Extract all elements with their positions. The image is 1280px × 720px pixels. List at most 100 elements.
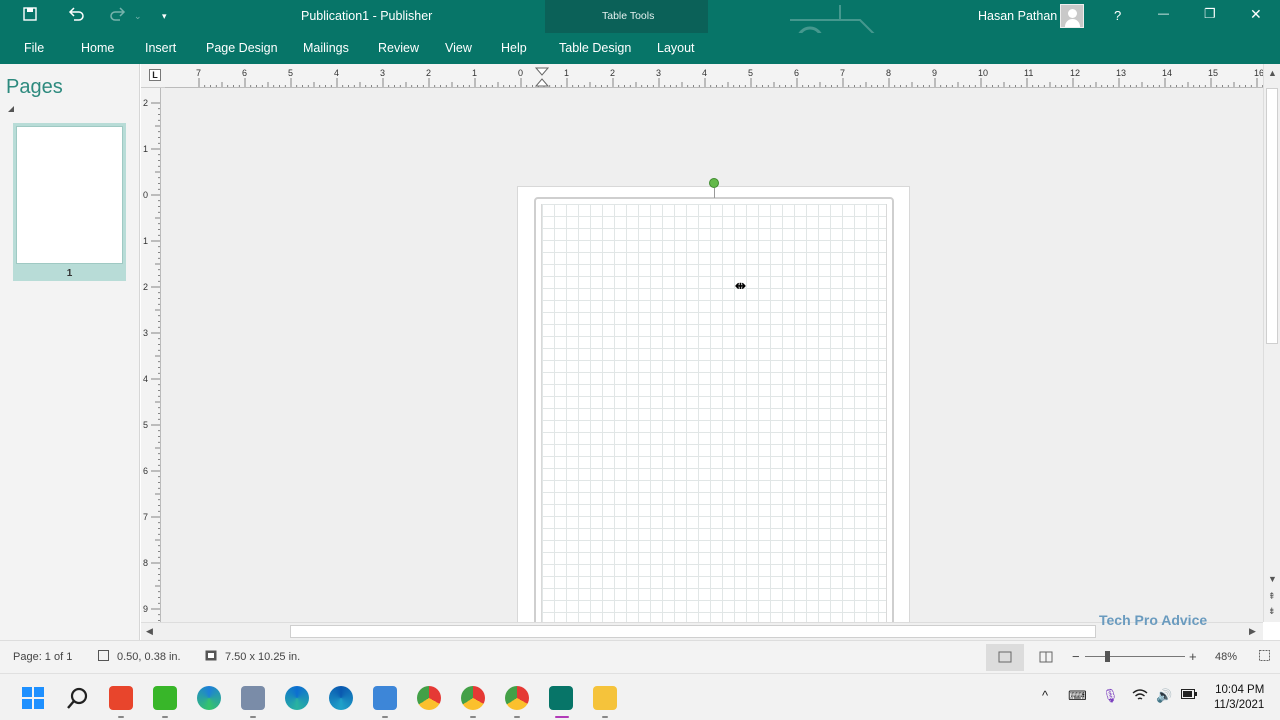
tab-layout[interactable]: Layout	[657, 41, 695, 55]
tab-stop-selector[interactable]: L	[149, 69, 161, 81]
edge-beta-icon[interactable]	[329, 686, 353, 710]
scroll-left-icon[interactable]: ◀	[146, 626, 153, 637]
app-indicator	[602, 716, 608, 718]
ruler-corner[interactable]: L	[141, 64, 165, 88]
restore-button[interactable]: ❐	[1204, 6, 1216, 22]
previous-page-icon[interactable]: ⇞	[1268, 591, 1276, 602]
ruler-tick-label: 15	[1208, 68, 1218, 78]
minimize-button[interactable]: —	[1158, 8, 1169, 20]
indent-marker-icon[interactable]	[534, 67, 550, 87]
office-red-icon[interactable]	[109, 686, 133, 710]
ruler-tick-label: 1	[564, 68, 569, 78]
chevron-up-icon[interactable]: ^	[1042, 688, 1048, 703]
customize-qat-icon[interactable]: ▾	[162, 11, 167, 22]
ruler-tick-label: 11	[1024, 68, 1033, 78]
chrome-profile-icon[interactable]	[461, 686, 485, 710]
ruler-tick-label: 9	[143, 604, 148, 614]
undo-icon[interactable]	[68, 7, 84, 25]
page-thumbnail-preview[interactable]	[16, 126, 123, 264]
search-icon[interactable]	[66, 686, 90, 710]
vertical-scroll-thumb[interactable]	[1266, 88, 1278, 344]
app-indicator	[382, 716, 388, 718]
ruler-tick-label: 3	[656, 68, 661, 78]
keyboard-icon[interactable]: ⌨	[1068, 688, 1087, 704]
horizontal-ruler[interactable]: 7654321012345678910111213141516	[165, 64, 1263, 88]
zoom-slider[interactable]	[1085, 656, 1185, 657]
ruler-tick-label: 1	[472, 68, 477, 78]
page-indicator[interactable]: Page: 1 of 1	[13, 651, 72, 663]
file-explorer-icon[interactable]	[593, 686, 617, 710]
zoom-out-button[interactable]: −	[1072, 649, 1080, 664]
ruler-tick-label: 5	[288, 68, 293, 78]
tab-page-design[interactable]: Page Design	[206, 41, 278, 55]
tab-file[interactable]: File	[24, 41, 44, 55]
fit-page-icon[interactable]	[1259, 650, 1270, 664]
ruler-tick-label: 4	[334, 68, 339, 78]
zoom-level[interactable]: 48%	[1215, 651, 1237, 663]
page-thumbnail[interactable]: 1	[13, 123, 126, 281]
ribbon-tabs: File Home Insert Page Design Mailings Re…	[0, 33, 1280, 64]
excel-green-icon[interactable]	[153, 686, 177, 710]
chrome-icon[interactable]	[417, 686, 441, 710]
redo-icon[interactable]	[110, 7, 126, 25]
wifi-icon[interactable]	[1132, 688, 1148, 705]
workspace[interactable]: ⇹	[161, 88, 1263, 622]
ruler-tick-label: 8	[143, 558, 148, 568]
ruler-tick-label: 3	[380, 68, 385, 78]
tab-insert[interactable]: Insert	[145, 41, 176, 55]
ruler-tick-label: 2	[610, 68, 615, 78]
tab-home[interactable]: Home	[81, 41, 114, 55]
battery-icon[interactable]	[1181, 688, 1197, 703]
zoom-in-button[interactable]: +	[1189, 649, 1197, 664]
help-button[interactable]: ?	[1114, 8, 1121, 23]
vertical-scrollbar[interactable]: ▲ ▼ ⇞ ⇟	[1263, 64, 1280, 622]
redo-dropdown-icon[interactable]: ⌄	[134, 11, 142, 22]
system-clock[interactable]: 10:04 PM 11/3/2021	[1214, 683, 1264, 713]
save-icon[interactable]	[23, 7, 37, 25]
page-thumbnail-number: 1	[66, 268, 73, 279]
document-title: Publication1 - Publisher	[301, 9, 433, 23]
user-name[interactable]: Hasan Pathan	[978, 9, 1057, 23]
tab-review[interactable]: Review	[378, 41, 419, 55]
next-page-icon[interactable]: ⇟	[1268, 606, 1276, 617]
app-indicator	[162, 716, 168, 718]
printer-icon[interactable]	[241, 686, 265, 710]
ruler-tick-label: 5	[143, 420, 148, 430]
app-indicator	[470, 716, 476, 718]
microphone-icon[interactable]: 🎙	[1102, 688, 1119, 704]
pages-title: Pages	[6, 76, 63, 98]
volume-icon[interactable]: 🔊	[1156, 688, 1172, 704]
horizontal-scroll-thumb[interactable]	[290, 625, 1096, 638]
position-value: 0.50, 0.38 in.	[117, 651, 181, 663]
chrome-profile-2-icon[interactable]	[505, 686, 529, 710]
scroll-down-icon[interactable]: ▼	[1268, 574, 1277, 584]
close-button[interactable]: ✕	[1250, 6, 1262, 23]
notepad-icon[interactable]	[373, 686, 397, 710]
windows-start-icon[interactable]	[21, 686, 45, 710]
scroll-right-icon[interactable]: ▶	[1249, 626, 1256, 637]
collapse-triangle-icon[interactable]	[8, 106, 14, 112]
zoom-slider-thumb[interactable]	[1105, 651, 1110, 662]
ruler-tick-label: 6	[794, 68, 799, 78]
single-page-view-button[interactable]	[986, 644, 1024, 671]
publisher-icon[interactable]	[549, 686, 573, 710]
avatar[interactable]	[1060, 4, 1084, 28]
two-page-view-button[interactable]	[1027, 644, 1065, 671]
ruler-tick-label: 13	[1116, 68, 1126, 78]
ruler-tick-label: 4	[702, 68, 707, 78]
tab-view[interactable]: View	[445, 41, 472, 55]
scroll-up-icon[interactable]: ▲	[1268, 68, 1277, 78]
horizontal-scrollbar[interactable]: ◀ ▶	[141, 622, 1263, 640]
tab-mailings[interactable]: Mailings	[303, 41, 349, 55]
table-grid[interactable]	[541, 204, 887, 622]
vertical-ruler[interactable]: 2 1 0 1 2 3 4 5 6 7 8 9	[141, 88, 161, 622]
tab-help[interactable]: Help	[501, 41, 527, 55]
edge-icon[interactable]	[197, 686, 221, 710]
rotation-handle[interactable]	[709, 178, 719, 188]
ruler-tick-label: 1	[143, 144, 148, 154]
size-value: 7.50 x 10.25 in.	[225, 651, 301, 663]
ruler-tick-label: 7	[196, 68, 201, 78]
tab-table-design[interactable]: Table Design	[559, 41, 631, 55]
clock-time: 10:04 PM	[1215, 684, 1265, 696]
edge-alt-icon[interactable]	[285, 686, 309, 710]
